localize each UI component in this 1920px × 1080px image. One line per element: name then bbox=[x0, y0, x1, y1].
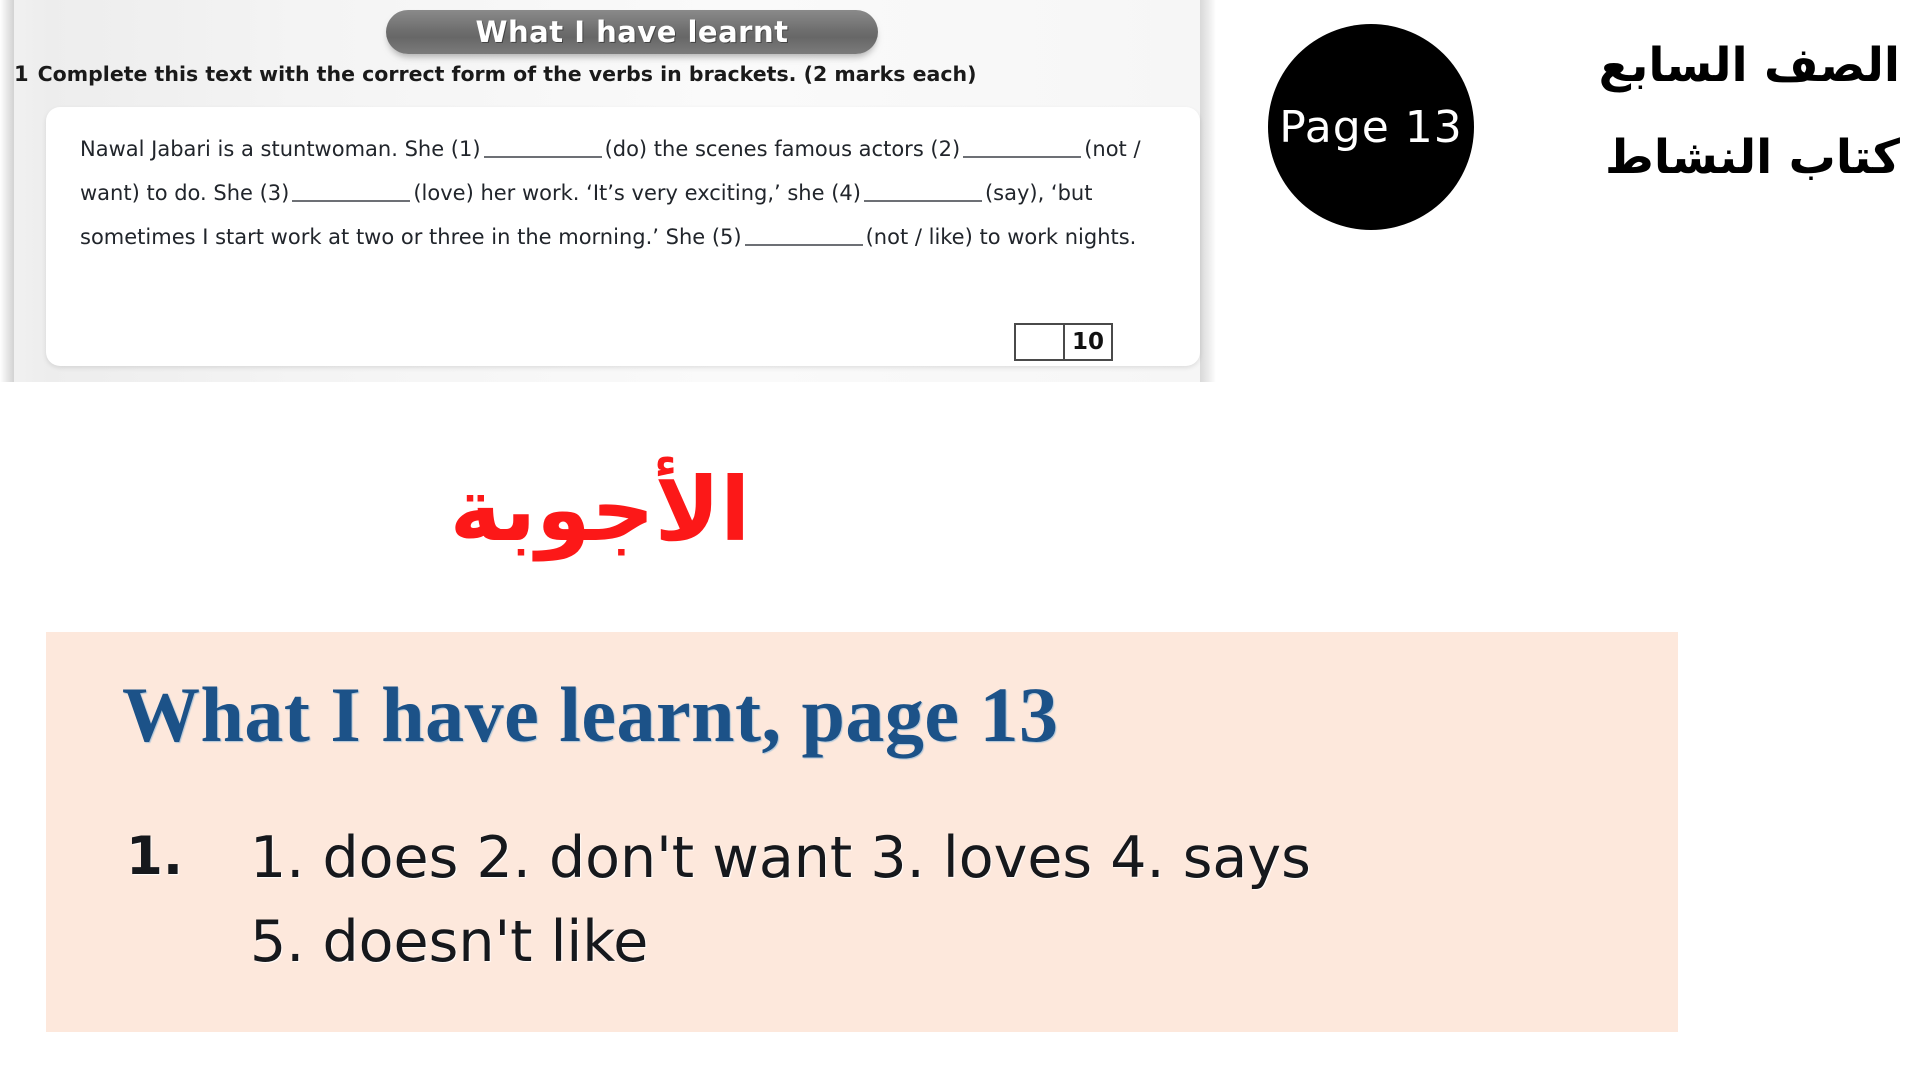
textbook-scan-panel: What I have learnt 1 Complete this text … bbox=[0, 0, 1216, 382]
exercise-instruction-text: Complete this text with the correct form… bbox=[37, 62, 977, 86]
banner-label: What I have learnt bbox=[475, 15, 789, 49]
gapfill-paragraph: Nawal Jabari is a stuntwoman. She (1) (do… bbox=[80, 127, 1170, 259]
gapfill-segment-2: (do) the scenes famous actors (2) bbox=[604, 137, 961, 161]
gapfill-segment-4: (love) her work. ‘It’s very exciting,’ s… bbox=[413, 181, 861, 205]
page-badge: Page 13 bbox=[1268, 24, 1474, 230]
answer-item-number: 1. bbox=[126, 826, 184, 887]
gapfill-segment-6: (not / like) to work nights. bbox=[865, 225, 1137, 249]
marks-box-total-cell: 10 bbox=[1071, 329, 1104, 355]
exercise-number: 1 bbox=[14, 62, 29, 86]
scan-left-gutter bbox=[0, 0, 14, 382]
marks-box: 10 bbox=[1014, 323, 1113, 361]
answer-line-2: 5. doesn't like bbox=[250, 909, 649, 975]
gapfill-blank-3[interactable] bbox=[292, 180, 411, 202]
gapfill-blank-1[interactable] bbox=[483, 136, 602, 158]
what-i-have-learnt-banner: What I have learnt bbox=[386, 10, 878, 54]
answer-panel: What I have learnt, page 13 1. 1. does 2… bbox=[46, 632, 1678, 1032]
answers-title: الأجوبة bbox=[0, 455, 1200, 565]
page-badge-label: Page 13 bbox=[1279, 101, 1463, 153]
gapfill-text-card: Nawal Jabari is a stuntwoman. She (1) (do… bbox=[46, 107, 1200, 366]
answer-body: 1. 1. does 2. don't want 3. loves 4. say… bbox=[126, 816, 1311, 984]
exercise-instruction-row: 1 Complete this text with the correct fo… bbox=[14, 62, 1200, 86]
answers-title-label: الأجوبة bbox=[449, 458, 751, 561]
gapfill-segment-1: Nawal Jabari is a stuntwoman. She (1) bbox=[80, 137, 481, 161]
answer-line-1: 1. does 2. don't want 3. loves 4. says bbox=[250, 825, 1311, 891]
answer-panel-heading: What I have learnt, page 13 bbox=[122, 671, 1059, 758]
arabic-header-book: كتاب النشاط bbox=[1605, 130, 1900, 185]
gapfill-blank-4[interactable] bbox=[863, 180, 982, 202]
answer-lines: 1. does 2. don't want 3. loves 4. says 5… bbox=[250, 816, 1311, 984]
gapfill-blank-2[interactable] bbox=[963, 136, 1082, 158]
arabic-header: الصف السابع كتاب النشاط bbox=[1500, 20, 1900, 204]
arabic-header-grade: الصف السابع bbox=[1598, 38, 1900, 93]
marks-box-score-cell[interactable] bbox=[1016, 325, 1065, 359]
gapfill-blank-5[interactable] bbox=[744, 224, 863, 246]
scan-right-gutter bbox=[1200, 0, 1216, 382]
